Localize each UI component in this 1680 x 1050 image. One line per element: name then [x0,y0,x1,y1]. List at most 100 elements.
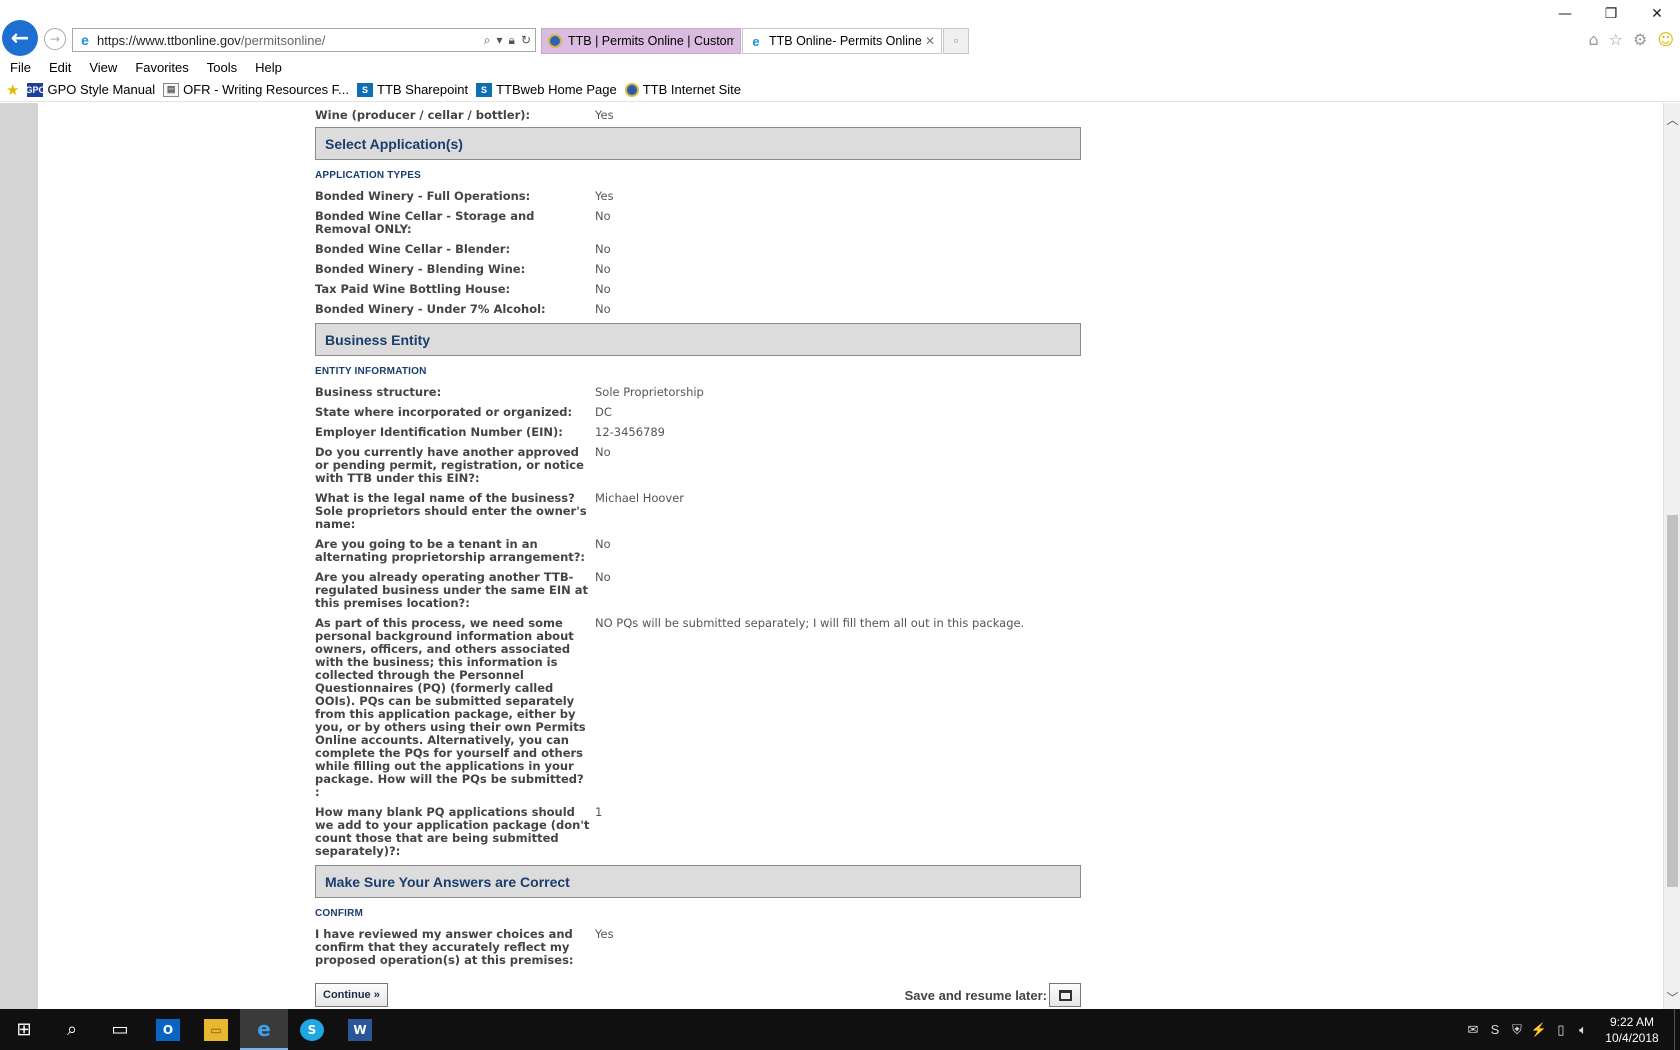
arrow-right-icon: → [49,32,61,46]
summary-row: Bonded Wine Cellar - Blender: No [315,242,611,256]
folder-icon: ▭ [204,1018,228,1041]
summary-row: Are you going to be a tenant in an alter… [315,537,611,564]
search-icon[interactable]: ⌕ [484,33,491,48]
summary-row: State where incorporated or organized: DC [315,405,612,419]
summary-row: As part of this process, we need some pe… [315,616,1025,799]
summary-row: I have reviewed my answer choices and co… [315,927,614,967]
taskbar-internet-explorer[interactable]: e [240,1009,288,1050]
sharepoint-icon: S [476,82,493,97]
window-controls: — ❐ ✕ [1542,0,1680,28]
search-button[interactable]: ⌕ [48,1009,96,1050]
summary-row: Bonded Wine Cellar - Storage and Removal… [315,209,611,236]
save-later-label: Save and resume later: [904,987,1047,1003]
section-header-select-applications: Select Application(s) [315,127,1081,160]
skype-icon: S [300,1018,324,1041]
summary-row: What is the legal name of the business? … [315,491,685,531]
application-summary: Wine (producer / cellar / bottler): Yes … [315,103,1081,974]
summary-row: Employer Identification Number (EIN): 12-… [315,425,665,439]
lock-icon[interactable]: 🔒︎ [509,33,515,48]
add-favorites-star-icon[interactable]: ★ [6,81,19,99]
menu-file[interactable]: File [0,60,39,75]
taskbar-file-explorer[interactable]: ▭ [192,1009,240,1050]
subhead-confirm: CONFIRM [315,908,364,919]
favorite-ttbweb-home-page[interactable]: S TTBweb Home Page [476,82,617,97]
browser-tab-1[interactable]: TTB | Permits Online | Custom... [541,28,741,54]
menu-favorites[interactable]: Favorites [125,60,196,75]
feedback-smiley-icon[interactable]: ☺ [1657,30,1674,49]
volume-muted-icon[interactable]: 🔈︎ [1572,1022,1594,1038]
internet-explorer-icon: e [257,1016,271,1041]
subhead-entity-information: ENTITY INFORMATION [315,366,427,377]
summary-row: Tax Paid Wine Bottling House: No [315,282,611,296]
ttb-seal-icon [624,82,639,97]
menu-edit[interactable]: Edit [39,60,79,75]
menu-help[interactable]: Help [245,60,290,75]
taskbar-word[interactable]: W [336,1009,384,1050]
page-scrollbar[interactable]: ︿ ﹀ [1663,103,1680,1009]
ie-page-icon: e [749,34,763,49]
menu-bar: File Edit View Favorites Tools Help [0,56,1680,78]
close-tab-icon[interactable]: ✕ [925,34,935,48]
scroll-down-arrow-icon[interactable]: ﹀ [1666,989,1679,1005]
show-desktop-button[interactable] [1674,1009,1680,1050]
windows-logo-icon: ⊞ [16,1019,32,1040]
outlook-icon: O [156,1018,180,1041]
web-page-icon: ▤ [163,82,180,97]
battery-icon[interactable]: ▯ [1550,1022,1572,1038]
skype-tray-icon[interactable]: S [1484,1022,1506,1037]
favorite-ofr-writing-resources[interactable]: ▤ OFR - Writing Resources F... [163,82,349,97]
network-icon[interactable]: ⚡ [1528,1022,1550,1038]
gpo-logo-icon: GPO [25,82,46,97]
scrollbar-thumb[interactable] [1667,515,1678,887]
address-bar[interactable]: e https://www.ttbonline.gov/permitsonlin… [72,28,536,52]
save-disk-icon [1058,989,1072,1001]
summary-row: Are you already operating another TTB-re… [315,570,611,610]
subhead-application-types: APPLICATION TYPES [315,170,422,181]
save-resume-later: Save and resume later: [905,983,1081,1007]
new-tab-button[interactable]: ▫ [943,28,969,54]
save-button[interactable] [1049,983,1081,1007]
page-viewport: Wine (producer / cellar / bottler): Yes … [0,103,1680,1009]
scroll-up-arrow-icon[interactable]: ︿ [1666,111,1679,127]
ttb-seal-icon [548,34,562,48]
summary-row: Bonded Winery - Blending Wine: No [315,262,611,276]
browser-tab-2[interactable]: e TTB Online- Permits Online... ✕ [742,28,942,54]
system-clock[interactable]: 9:22 AM 10/4/2018 [1594,1014,1670,1046]
security-shield-icon[interactable]: ⛨ [1506,1022,1528,1038]
task-view-button[interactable]: ▭ [96,1009,144,1050]
menu-view[interactable]: View [79,60,125,75]
refresh-icon[interactable]: ↻ [521,33,531,48]
summary-row: Bonded Winery - Under 7% Alcohol: No [315,302,611,316]
taskbar-skype[interactable]: S [288,1009,336,1050]
arrow-left-icon: ← [10,25,30,51]
summary-row: Do you currently have another approved o… [315,445,611,485]
word-icon: W [348,1018,372,1041]
restore-button[interactable]: ❐ [1588,0,1634,28]
outlook-tray-icon[interactable]: ✉ [1462,1022,1484,1038]
summary-row: How many blank PQ applications should we… [315,805,603,858]
dropdown-icon[interactable]: ▾ [497,33,503,48]
page-left-gutter [0,103,38,1009]
favorites-star-icon[interactable]: ☆ [1609,30,1623,49]
section-header-business-entity: Business Entity [315,323,1081,356]
favorite-gpo-style-manual[interactable]: GPO GPO Style Manual [25,82,155,97]
close-window-button[interactable]: ✕ [1634,0,1680,28]
forward-button[interactable]: → [44,28,66,50]
form-actions: Continue » Save and resume later: [315,983,1081,1009]
back-button[interactable]: ← [2,20,38,56]
minimize-button[interactable]: — [1542,0,1588,28]
home-icon[interactable]: ⌂ [1588,30,1598,49]
ie-page-icon: e [81,32,89,48]
gear-icon[interactable]: ⚙ [1633,30,1647,49]
favorite-ttb-internet-site[interactable]: TTB Internet Site [624,82,741,97]
favorite-ttb-sharepoint[interactable]: S TTB Sharepoint [357,82,468,97]
continue-button[interactable]: Continue » [315,983,388,1007]
taskbar-outlook[interactable]: O [144,1009,192,1050]
address-url[interactable]: https://www.ttbonline.gov/permitsonline/ [97,33,484,48]
start-button[interactable]: ⊞ [0,1009,48,1050]
menu-tools[interactable]: Tools [197,60,245,75]
new-tab-icon: ▫ [953,34,959,48]
windows-taskbar: ⊞ ⌕ ▭ O ▭ e S W ✉ S ⛨ ⚡ ▯ 🔈︎ 9:22 AM 10/… [0,1009,1680,1050]
search-icon: ⌕ [66,1019,78,1040]
system-tray: ✉ S ⛨ ⚡ ▯ 🔈︎ 9:22 AM 10/4/2018 [1462,1009,1680,1050]
